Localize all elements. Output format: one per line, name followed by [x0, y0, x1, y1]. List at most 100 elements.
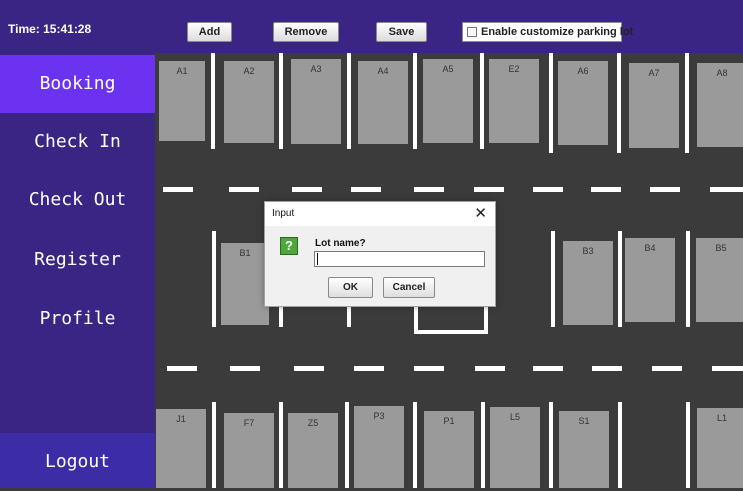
- parking-slot[interactable]: B4: [625, 238, 675, 322]
- slot-label: B3: [582, 246, 594, 256]
- parking-slot[interactable]: A1: [159, 61, 205, 141]
- parking-slot[interactable]: B3: [563, 241, 613, 325]
- parking-slot[interactable]: A3: [291, 59, 341, 144]
- lane-divider: [686, 402, 690, 488]
- slot-label: B5: [715, 243, 727, 253]
- slot-label: A8: [716, 68, 728, 78]
- lane-divider: [618, 231, 622, 327]
- parking-slot[interactable]: A4: [358, 61, 408, 144]
- lane-dash: [230, 366, 260, 371]
- top-bar: Time: 15:41:28 Add Remove Save Enable cu…: [0, 0, 743, 53]
- lane-dash: [591, 187, 621, 192]
- lane-dash: [229, 187, 259, 192]
- nav-booking[interactable]: Booking: [0, 55, 155, 113]
- parking-slot[interactable]: P1: [424, 411, 474, 488]
- lane-dash: [533, 366, 563, 371]
- nav-check-out[interactable]: Check Out: [0, 171, 155, 229]
- slot-label: A7: [648, 68, 660, 78]
- parking-slot[interactable]: B5: [696, 238, 743, 322]
- lane-divider: [347, 53, 351, 149]
- parking-slot[interactable]: A2: [224, 61, 274, 143]
- lane-dash: [710, 187, 743, 192]
- slot-label: P3: [373, 411, 385, 421]
- dialog-titlebar[interactable]: Input ✕: [265, 202, 495, 226]
- logout-button[interactable]: Logout: [0, 433, 155, 491]
- lane-dash: [652, 366, 682, 371]
- parking-slot[interactable]: S1: [559, 411, 609, 488]
- slot-label: Z5: [307, 418, 319, 428]
- parking-slot[interactable]: L5: [490, 407, 540, 488]
- lane-dash: [414, 366, 444, 371]
- parking-slot[interactable]: J1: [156, 409, 206, 488]
- sidebar: Booking Check In Check Out Register Prof…: [0, 53, 155, 488]
- slot-label: A4: [377, 66, 389, 76]
- lane-divider: [686, 231, 690, 327]
- cancel-button[interactable]: Cancel: [383, 277, 435, 298]
- question-icon: ?: [280, 237, 298, 255]
- ok-button[interactable]: OK: [328, 277, 373, 298]
- lane-divider: [279, 53, 283, 149]
- lot-name-input[interactable]: [314, 251, 485, 267]
- nav-register[interactable]: Register: [0, 231, 155, 289]
- lane-dash: [354, 366, 384, 371]
- slot-label: B4: [644, 243, 656, 253]
- slot-label: L1: [716, 413, 727, 423]
- slot-label: L5: [509, 412, 520, 422]
- customize-checkbox[interactable]: [467, 27, 477, 37]
- lane-dash: [167, 366, 197, 371]
- customize-label: Enable customize parking lot: [481, 26, 634, 38]
- lane-dash: [351, 187, 381, 192]
- parking-slot[interactable]: B1: [221, 243, 269, 325]
- slot-label: E2: [508, 64, 520, 74]
- lane-divider: [480, 53, 484, 149]
- lane-dash: [650, 187, 680, 192]
- lane-dash: [712, 366, 743, 371]
- input-dialog: Input ✕ ? Lot name? OK Cancel: [264, 201, 496, 307]
- lane-divider: [549, 402, 553, 488]
- lane-divider: [549, 53, 553, 153]
- lane-divider: [279, 402, 283, 488]
- close-icon[interactable]: ✕: [474, 204, 487, 222]
- parking-slot[interactable]: E2: [489, 59, 539, 143]
- parking-slot[interactable]: L1: [697, 408, 743, 488]
- parking-slot[interactable]: A6: [558, 61, 608, 145]
- slot-label: S1: [578, 416, 590, 426]
- lane-divider: [211, 53, 215, 149]
- slot-label: F7: [243, 418, 255, 428]
- lane-dash: [414, 187, 444, 192]
- parking-slot[interactable]: A7: [629, 63, 679, 148]
- slot-label: P1: [443, 416, 455, 426]
- save-button[interactable]: Save: [376, 22, 427, 42]
- lane-dash: [475, 366, 505, 371]
- slot-label: A6: [577, 66, 589, 76]
- add-button[interactable]: Add: [187, 22, 232, 42]
- slot-label: B1: [239, 248, 251, 258]
- lane-divider: [212, 402, 216, 488]
- slot-label: A5: [442, 64, 454, 74]
- parking-slot[interactable]: F7: [224, 413, 274, 488]
- lane-divider: [551, 231, 555, 327]
- customize-toggle[interactable]: Enable customize parking lot: [462, 22, 633, 42]
- lane-divider: [413, 53, 417, 149]
- slot-label: A1: [176, 66, 188, 76]
- remove-button[interactable]: Remove: [273, 22, 339, 42]
- lane-divider: [413, 402, 417, 488]
- lane-divider: [345, 402, 349, 488]
- lane-divider: [617, 53, 621, 153]
- nav-profile[interactable]: Profile: [0, 290, 155, 348]
- parking-slot[interactable]: Z5: [288, 413, 338, 488]
- slot-label: A2: [243, 66, 255, 76]
- parking-slot[interactable]: P3: [354, 406, 404, 488]
- lane-dash: [163, 187, 193, 192]
- parking-slot[interactable]: A8: [697, 63, 743, 147]
- lane-dash: [292, 187, 322, 192]
- lane-dash: [592, 366, 622, 371]
- nav-check-in[interactable]: Check In: [0, 113, 155, 171]
- clock-label: Time: 15:41:28: [8, 22, 92, 36]
- parking-slot[interactable]: A5: [423, 59, 473, 143]
- lane-dash: [533, 187, 563, 192]
- logout-area: Logout: [0, 433, 155, 488]
- lane-divider: [618, 402, 622, 488]
- slot-label: A3: [310, 64, 322, 74]
- lane-dash: [474, 187, 504, 192]
